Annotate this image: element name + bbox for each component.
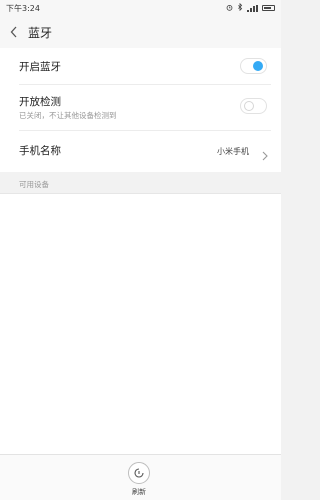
watermark-domain: .com bbox=[180, 442, 202, 452]
toggle-knob bbox=[253, 61, 263, 71]
watermark-subtext: 智能电视网 bbox=[128, 414, 183, 428]
settings-panel: 开启蓝牙 开放检测 已关闭，不让其他设备检测到 手机名称 小米手机 bbox=[0, 48, 281, 172]
refresh-button[interactable]: 刷新 bbox=[125, 462, 153, 500]
bluetooth-icon bbox=[237, 2, 243, 13]
bluetooth-toggle[interactable] bbox=[240, 58, 267, 74]
chevron-left-icon[interactable] bbox=[0, 16, 28, 48]
page-title: 蓝牙 bbox=[28, 25, 53, 40]
alarm-icon bbox=[226, 4, 233, 13]
chevron-right-icon bbox=[261, 146, 269, 161]
device-name-label: 手机名称 bbox=[19, 145, 61, 157]
bottom-bar: 刷新 bbox=[0, 454, 281, 500]
available-devices-header: 可用设备 bbox=[19, 180, 49, 189]
status-bar: 下午3:24 bbox=[0, 0, 281, 16]
signal-icon bbox=[247, 4, 258, 12]
app-header: 蓝牙 bbox=[0, 16, 281, 48]
discoverable-toggle-row[interactable]: 开放检测 已关闭，不让其他设备检测到 bbox=[0, 85, 281, 130]
status-time: 下午3:24 bbox=[6, 3, 40, 13]
bluetooth-label: 开启蓝牙 bbox=[19, 61, 61, 73]
battery-icon bbox=[262, 5, 275, 11]
refresh-label: 刷新 bbox=[132, 488, 146, 496]
discoverable-sublabel: 已关闭，不让其他设备检测到 bbox=[19, 111, 117, 120]
refresh-icon bbox=[128, 462, 150, 484]
toggle-knob bbox=[244, 101, 254, 111]
znds-watermark-logo: 智能电视网 ZNDS .com bbox=[82, 410, 202, 455]
bluetooth-toggle-row[interactable]: 开启蓝牙 bbox=[0, 48, 281, 84]
device-name-value: 小米手机 bbox=[217, 147, 249, 156]
watermark-text: ZNDS bbox=[113, 430, 182, 455]
status-icons bbox=[226, 2, 275, 13]
discoverable-toggle[interactable] bbox=[240, 98, 267, 114]
discoverable-label: 开放检测 bbox=[19, 96, 61, 108]
device-name-row[interactable]: 手机名称 小米手机 bbox=[0, 131, 281, 172]
